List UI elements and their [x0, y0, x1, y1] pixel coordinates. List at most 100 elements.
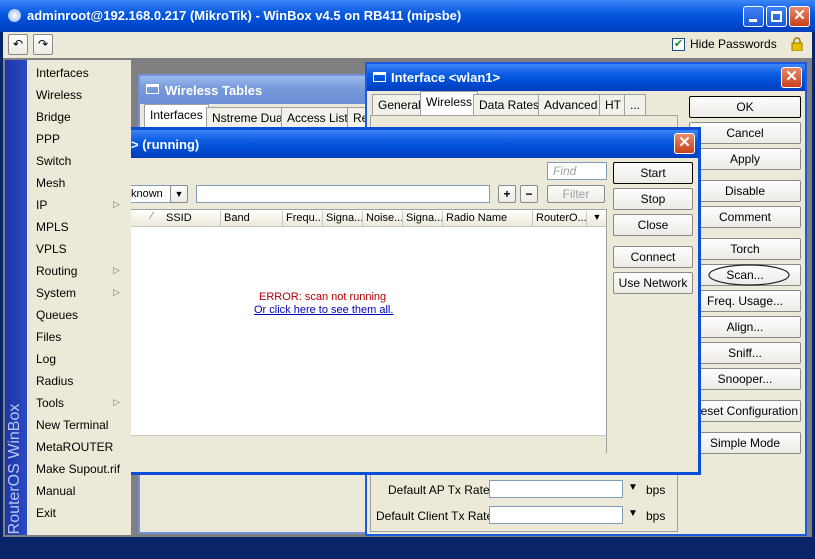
menu-item-mesh[interactable]: Mesh: [36, 176, 65, 190]
filter-select[interactable]: known: [131, 185, 173, 203]
submenu-arrow-icon: ▷: [113, 199, 120, 209]
scan-title-bar[interactable]: > (running) ✕: [131, 130, 698, 158]
find-placeholder: Find: [553, 164, 577, 178]
default-client-tx-rate-field[interactable]: [489, 506, 623, 524]
menu-item-manual[interactable]: Manual: [36, 484, 75, 498]
sniff-button[interactable]: Sniff...: [689, 342, 801, 364]
hide-passwords-label: Hide Passwords: [690, 37, 777, 51]
menu-item-queues[interactable]: Queues: [36, 308, 78, 322]
tab-advanced[interactable]: Advanced: [538, 94, 604, 115]
toolbar: ↶ ↷ ✔ Hide Passwords: [3, 32, 812, 58]
comment-button[interactable]: Comment: [689, 206, 801, 228]
close-scan-button[interactable]: Close: [613, 214, 693, 236]
menu-item-wireless[interactable]: Wireless: [36, 88, 82, 102]
start-button[interactable]: Start: [613, 162, 693, 184]
submenu-arrow-icon: ▷: [113, 397, 120, 407]
scan-title: > (running): [131, 137, 200, 152]
default-ap-tx-rate-field[interactable]: [489, 480, 623, 498]
freq-usage-button[interactable]: Freq. Usage...: [689, 290, 801, 312]
ok-button[interactable]: OK: [689, 96, 801, 118]
cancel-button[interactable]: Cancel: [689, 122, 801, 144]
tab-ht[interactable]: HT: [599, 94, 627, 115]
tab-interfaces[interactable]: Interfaces: [144, 104, 209, 128]
filter-value-input[interactable]: [196, 185, 490, 203]
wireless-tables-title: Wireless Tables: [165, 83, 263, 98]
menu-item-new-terminal[interactable]: New Terminal: [36, 418, 108, 432]
menu-item-ip[interactable]: IP: [36, 198, 47, 212]
menu-item-tools[interactable]: Tools: [36, 396, 64, 410]
see-all-link[interactable]: Or click here to see them all.: [254, 304, 393, 316]
scan-window: > (running) ✕ Find known ▼ + − Filter ⁄ …: [131, 127, 701, 475]
menu-item-radius[interactable]: Radius: [36, 374, 73, 388]
tab-nstreme-dual[interactable]: Nstreme Dual: [206, 107, 292, 128]
column-signal-to-noise[interactable]: Signa...: [403, 211, 443, 226]
table-status-bar: [131, 435, 606, 453]
align-button[interactable]: Align...: [689, 316, 801, 338]
connect-button[interactable]: Connect: [613, 246, 693, 268]
menu-item-switch[interactable]: Switch: [36, 154, 71, 168]
hide-passwords-checkbox[interactable]: ✔: [672, 38, 685, 51]
menu-item-vpls[interactable]: VPLS: [36, 242, 67, 256]
filter-dropdown-button[interactable]: ▼: [170, 185, 188, 203]
main-title-bar[interactable]: adminroot@192.168.0.217 (MikroTik) - Win…: [0, 0, 815, 32]
torch-button[interactable]: Torch: [689, 238, 801, 260]
wireless-tables-title-bar[interactable]: Wireless Tables: [140, 76, 376, 104]
default-client-tx-rate-label: Default Client Tx Rate:: [376, 509, 497, 523]
interface-title: Interface <wlan1>: [391, 70, 501, 85]
winbox-app-icon: [8, 9, 21, 22]
filter-button[interactable]: Filter: [547, 185, 605, 203]
tab-more[interactable]: ...: [624, 94, 647, 115]
stop-button[interactable]: Stop: [613, 188, 693, 210]
remove-filter-button[interactable]: −: [520, 185, 538, 203]
column-signal-strength[interactable]: Signa...: [323, 211, 363, 226]
window-title: adminroot@192.168.0.217 (MikroTik) - Win…: [27, 8, 462, 23]
menu-item-files[interactable]: Files: [36, 330, 61, 344]
redo-button[interactable]: ↷: [33, 34, 53, 55]
scan-error-text: ERROR: scan not running: [259, 291, 387, 303]
submenu-arrow-icon: ▷: [113, 287, 120, 297]
menu-item-log[interactable]: Log: [36, 352, 56, 366]
tab-data-rates[interactable]: Data Rates: [473, 94, 546, 115]
window-icon: [373, 72, 386, 82]
window-icon: [146, 84, 159, 94]
minimize-button[interactable]: [743, 6, 764, 27]
submenu-arrow-icon: ▷: [113, 265, 120, 275]
menu-item-metarouter[interactable]: MetaROUTER: [36, 440, 113, 454]
interface-title-bar[interactable]: Interface <wlan1> ✕: [367, 64, 805, 91]
chevron-down-icon[interactable]: ▼: [628, 508, 638, 519]
brand-strip: RouterOS WinBox: [5, 60, 27, 535]
menu-item-exit[interactable]: Exit: [36, 506, 56, 520]
column-noise-floor[interactable]: Noise...: [363, 211, 403, 226]
menu-item-system[interactable]: System: [36, 286, 76, 300]
menu-item-bridge[interactable]: Bridge: [36, 110, 71, 124]
columns-menu-button[interactable]: ▼: [588, 210, 606, 226]
scan-close-button[interactable]: ✕: [674, 133, 695, 154]
apply-button[interactable]: Apply: [689, 148, 801, 170]
add-filter-button[interactable]: +: [498, 185, 516, 203]
menu-item-make-supout-rif[interactable]: Make Supout.rif: [36, 462, 120, 476]
column-routeros-version[interactable]: RouterO...: [533, 211, 587, 226]
menu-item-interfaces[interactable]: Interfaces: [36, 66, 89, 80]
column-ssid[interactable]: SSID: [163, 211, 221, 226]
reset-configuration-button[interactable]: Reset Configuration: [689, 400, 801, 422]
find-input[interactable]: Find: [547, 162, 607, 180]
maximize-button[interactable]: [766, 6, 787, 27]
interface-close-button[interactable]: ✕: [781, 67, 802, 88]
chevron-down-icon[interactable]: ▼: [628, 482, 638, 493]
column-band[interactable]: Band: [221, 211, 283, 226]
tab-wireless[interactable]: Wireless: [420, 91, 479, 115]
tab-access-list[interactable]: Access List: [281, 107, 354, 128]
menu-item-ppp[interactable]: PPP: [36, 132, 60, 146]
tab-general[interactable]: General: [372, 94, 427, 115]
column-radio-name[interactable]: Radio Name: [443, 211, 533, 226]
column-frequency[interactable]: Frequ...: [283, 211, 323, 226]
menu-item-mpls[interactable]: MPLS: [36, 220, 69, 234]
use-network-button[interactable]: Use Network: [613, 272, 693, 294]
menu-item-routing[interactable]: Routing: [36, 264, 77, 278]
snooper-button[interactable]: Snooper...: [689, 368, 801, 390]
undo-button[interactable]: ↶: [8, 34, 28, 55]
brand-text: RouterOS WinBox: [6, 403, 23, 535]
simple-mode-button[interactable]: Simple Mode: [689, 432, 801, 454]
disable-button[interactable]: Disable: [689, 180, 801, 202]
close-button[interactable]: ✕: [789, 6, 810, 27]
